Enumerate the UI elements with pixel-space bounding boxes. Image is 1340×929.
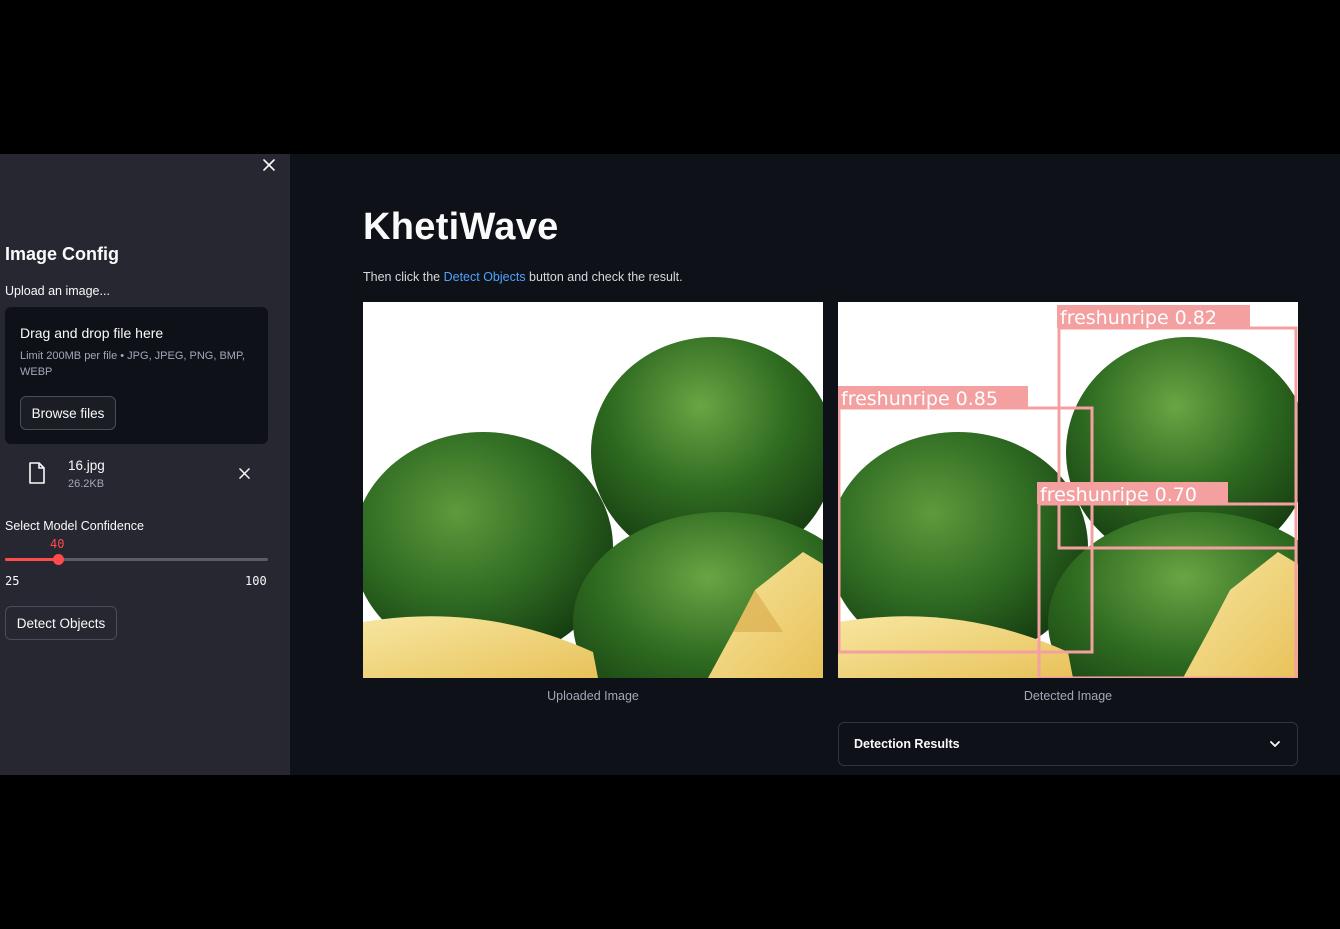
- instruction-link: Detect Objects: [443, 270, 526, 284]
- main-content: KhetiWave Then click the Detect Objects …: [290, 154, 1340, 775]
- detection-label-2: freshunripe 0.85: [841, 388, 998, 410]
- app-window: Image Config Upload an image... Drag and…: [0, 154, 1340, 775]
- slider-thumb[interactable]: [53, 554, 64, 565]
- remove-file-button[interactable]: [235, 464, 253, 482]
- file-size: 26.2KB: [68, 478, 105, 490]
- upload-label: Upload an image...: [5, 284, 110, 298]
- slider-fill: [5, 558, 58, 561]
- slider-max-label: 100: [245, 574, 267, 588]
- dropzone-title: Drag and drop file here: [20, 325, 164, 341]
- uploaded-file-item: 16.jpg 26.2KB: [5, 454, 268, 498]
- detection-label-1: freshunripe 0.82: [1060, 307, 1217, 329]
- detection-results-label: Detection Results: [854, 737, 960, 751]
- confidence-slider-label: Select Model Confidence: [5, 519, 144, 533]
- chevron-down-icon: [1270, 741, 1280, 747]
- dropzone-limits: Limit 200MB per file • JPG, JPEG, PNG, B…: [20, 350, 245, 378]
- sidebar-title: Image Config: [5, 244, 120, 264]
- file-dropzone[interactable]: Drag and drop file here Limit 200MB per …: [5, 307, 268, 444]
- detected-image-caption: Detected Image: [1023, 689, 1113, 703]
- instruction-prefix: Then click the: [363, 270, 444, 284]
- file-icon: [29, 462, 45, 484]
- detect-objects-button[interactable]: Detect Objects: [5, 606, 117, 640]
- instruction-suffix: button and check the result.: [525, 270, 683, 284]
- browse-files-button[interactable]: Browse files: [20, 396, 116, 430]
- close-icon: [238, 467, 250, 479]
- close-icon: [263, 159, 275, 171]
- detected-image: freshunripe 0.82 freshunripe 0.85 freshu…: [838, 302, 1298, 678]
- page-title: KhetiWave: [363, 206, 559, 248]
- slider-min-label: 25: [5, 574, 20, 588]
- instruction-text: Then click the Detect Objects button and…: [363, 270, 683, 284]
- detection-results-expander[interactable]: Detection Results: [838, 722, 1298, 766]
- confidence-slider-value: 40: [50, 537, 65, 551]
- file-name: 16.jpg: [68, 458, 105, 473]
- sidebar-close-button[interactable]: [258, 154, 280, 176]
- confidence-slider[interactable]: [5, 554, 268, 565]
- sidebar: Image Config Upload an image... Drag and…: [0, 154, 290, 775]
- detection-label-3: freshunripe 0.70: [1040, 484, 1197, 506]
- uploaded-image-caption: Uploaded Image: [547, 689, 639, 703]
- uploaded-image: [363, 302, 823, 678]
